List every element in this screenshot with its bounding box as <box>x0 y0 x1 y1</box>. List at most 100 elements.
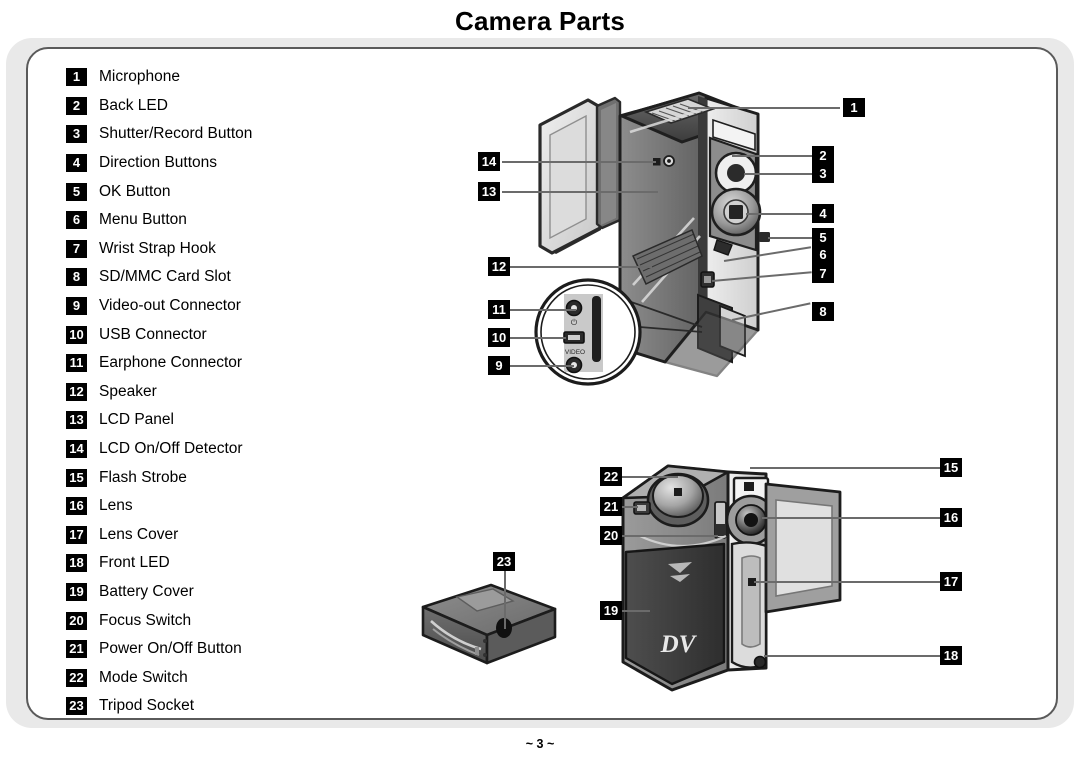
part-number-badge: 20 <box>66 611 87 630</box>
callout-6: 6 <box>812 245 834 264</box>
part-number-badge: 10 <box>66 325 87 344</box>
callout-18: 18 <box>940 646 962 665</box>
part-label: Direction Buttons <box>99 154 218 172</box>
parts-list-item: 18 Front LED <box>66 549 396 578</box>
part-label: Focus Switch <box>99 611 192 629</box>
leader-line-15 <box>750 467 940 469</box>
part-number-badge: 14 <box>66 440 87 459</box>
leader-line-14 <box>502 161 656 163</box>
dv-brand-mark: DV <box>660 631 698 658</box>
battery-cover[interactable]: DV <box>624 542 726 686</box>
callout-10: 10 <box>488 328 510 347</box>
svg-text:⏻: ⏻ <box>571 318 578 327</box>
part-number-badge: 9 <box>66 297 87 316</box>
part-label: Speaker <box>99 382 157 400</box>
video-jack-label: VIDEO <box>565 349 585 356</box>
callout-3: 3 <box>812 164 834 183</box>
parts-list-item: 12 Speaker <box>66 378 396 407</box>
part-label: Video-out Connector <box>99 297 241 315</box>
part-number-badge: 2 <box>66 96 87 115</box>
leader-line-20 <box>622 535 718 537</box>
part-number-badge: 23 <box>66 697 87 716</box>
part-number-badge: 17 <box>66 525 87 544</box>
callout-4: 4 <box>812 204 834 223</box>
leader-line-5 <box>768 237 812 239</box>
callout-19: 19 <box>600 601 622 620</box>
part-label: SD/MMC Card Slot <box>99 268 231 286</box>
callout-9: 9 <box>488 356 510 375</box>
lcd-module-side <box>764 482 842 614</box>
part-label: Tripod Socket <box>99 697 195 715</box>
camera-body <box>618 91 770 378</box>
part-number-badge: 8 <box>66 268 87 287</box>
part-number-badge: 18 <box>66 554 87 573</box>
parts-list-item: 15 Flash Strobe <box>66 463 396 492</box>
part-label: OK Button <box>99 182 171 200</box>
callout-14: 14 <box>478 152 500 171</box>
focus-switch[interactable] <box>714 501 727 539</box>
part-number-badge: 3 <box>66 125 87 144</box>
callout-1: 1 <box>843 98 865 117</box>
camera-back-view-figure: ⏻ VIDEO 1 2 3 4 5 6 7 8 9 10 11 12 13 14 <box>470 80 890 400</box>
leader-line-11 <box>510 309 576 311</box>
parts-list-item: 22 Mode Switch <box>66 663 396 692</box>
part-label: Mode Switch <box>99 668 188 686</box>
part-number-badge: 4 <box>66 154 87 173</box>
parts-list-item: 11 Earphone Connector <box>66 349 396 378</box>
page-title: Camera Parts <box>454 6 626 36</box>
leader-line-13 <box>502 191 658 193</box>
callout-12: 12 <box>488 257 510 276</box>
parts-list-item: 5 OK Button <box>66 177 396 206</box>
part-number-badge: 22 <box>66 668 87 687</box>
front-led <box>753 655 767 669</box>
part-label: Power On/Off Button <box>99 640 242 658</box>
part-label: Front LED <box>99 554 170 572</box>
part-number-badge: 1 <box>66 68 87 87</box>
part-number-badge: 21 <box>66 640 87 659</box>
callout-2: 2 <box>812 146 834 165</box>
leader-line-4 <box>746 213 812 215</box>
part-number-badge: 5 <box>66 182 87 201</box>
part-label: LCD Panel <box>99 411 174 429</box>
part-number-badge: 6 <box>66 211 87 230</box>
part-number-badge: 7 <box>66 239 87 258</box>
parts-list-item: 20 Focus Switch <box>66 606 396 635</box>
lcd-flip-panel <box>538 96 622 255</box>
ok-button[interactable] <box>729 205 743 219</box>
parts-list-item: 13 LCD Panel <box>66 406 396 435</box>
leader-line-10 <box>510 337 566 339</box>
leader-line-19 <box>622 610 650 612</box>
parts-list-item: 4 Direction Buttons <box>66 149 396 178</box>
camera-bottom-body <box>421 583 557 665</box>
leader-line-22 <box>622 476 678 478</box>
leader-line-1 <box>688 107 840 109</box>
callout-16: 16 <box>940 508 962 527</box>
leader-line-16 <box>762 517 940 519</box>
part-label: Lens <box>99 497 133 515</box>
mode-switch-dial[interactable] <box>646 472 710 528</box>
callout-8: 8 <box>812 302 834 321</box>
parts-list-item: 23 Tripod Socket <box>66 692 396 721</box>
leader-line-18 <box>764 655 940 657</box>
parts-list-item: 19 Battery Cover <box>66 578 396 607</box>
parts-list-item: 21 Power On/Off Button <box>66 635 396 664</box>
callout-15: 15 <box>940 458 962 477</box>
callout-17: 17 <box>940 572 962 591</box>
parts-list-item: 2 Back LED <box>66 92 396 121</box>
camera-bottom-illustration <box>421 583 557 665</box>
part-number-badge: 19 <box>66 582 87 601</box>
parts-list-item: 6 Menu Button <box>66 206 396 235</box>
camera-front-view-illustration: DV <box>621 464 842 692</box>
camera-front-view-figure: DV 22 21 20 19 15 16 17 18 <box>590 440 990 700</box>
leader-line-9 <box>510 365 574 367</box>
callout-23: 23 <box>493 552 515 571</box>
parts-list-item: 14 LCD On/Off Detector <box>66 435 396 464</box>
part-label: Menu Button <box>99 211 187 229</box>
callout-20: 20 <box>600 526 622 545</box>
parts-list-item: 9 Video-out Connector <box>66 292 396 321</box>
part-number-badge: 11 <box>66 354 87 373</box>
power-on-off-button[interactable] <box>633 501 651 515</box>
parts-list-item: 16 Lens <box>66 492 396 521</box>
part-number-badge: 15 <box>66 468 87 487</box>
part-label: Wrist Strap Hook <box>99 239 216 257</box>
